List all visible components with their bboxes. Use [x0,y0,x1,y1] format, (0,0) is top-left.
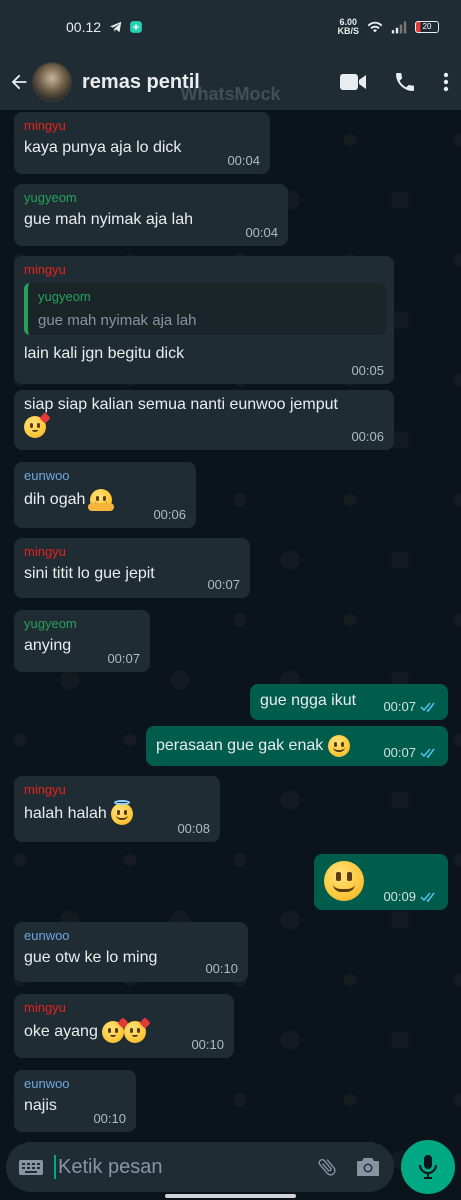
message-time: 00:08 [177,821,210,836]
message-bubble[interactable]: yugyeom anying 00:07 [14,610,150,672]
double-check-icon [420,891,435,902]
signal-icon [391,21,407,34]
message-text: dih ogah [24,491,86,509]
message-text: siap siap kalian semua nanti eunwoo jemp… [24,396,338,413]
message-time: 00:07 [207,577,240,592]
kiss-icon [124,1017,151,1043]
message-bubble[interactable]: mingyu sini titit lo gue jepit 00:07 [14,538,250,598]
kiss-icon [24,412,51,438]
message-bubble-outgoing[interactable]: gue ngga ikut 00:07 [250,684,448,720]
message-time: 00:09 [383,889,416,904]
voice-call-icon[interactable] [393,70,417,94]
message-bubble[interactable]: mingyu oke ayang 00:10 [14,994,234,1058]
arrow-left-icon [11,74,27,90]
back-button[interactable] [8,71,30,93]
sender-name: mingyu [24,544,66,559]
message-time: 00:07 [383,745,416,760]
more-options-icon[interactable] [443,72,449,92]
telegram-icon [110,21,122,33]
message-time: 00:04 [227,153,260,168]
message-input-bar[interactable]: Ketik pesan [6,1142,394,1192]
sender-name: eunwoo [24,468,70,483]
message-text: halah halah [24,805,107,823]
keyboard-icon[interactable] [18,1157,44,1177]
message-text: lain kali jgn begitu dick [24,345,185,362]
halo-icon [111,800,134,825]
message-bubble[interactable]: siap siap kalian semua nanti eunwoo jemp… [14,390,394,450]
attach-icon[interactable] [316,1155,338,1179]
double-check-icon [420,701,435,712]
message-time: 00:10 [191,1037,224,1052]
message-bubble[interactable]: eunwoo dih ogah 00:06 [14,462,196,528]
message-bubble[interactable]: yugyeom gue mah nyimak aja lah 00:04 [14,184,288,246]
sender-name: eunwoo [24,928,70,943]
sender-name: eunwoo [24,1076,70,1091]
message-bubble[interactable]: mingyu yugyeom gue mah nyimak aja lah la… [14,256,394,384]
message-time: 00:10 [205,961,238,976]
message-text: gue mah nyimak aja lah [24,211,193,228]
camera-icon[interactable] [356,1156,380,1178]
status-bar: 00.12 6.00 KB/S 20 [0,0,461,54]
message-bubble-outgoing[interactable]: 00:09 [314,854,448,910]
sender-name: yugyeom [24,616,77,631]
grin-icon [327,735,350,757]
text-caret [54,1155,56,1179]
quoted-sender: yugyeom [38,289,91,304]
message-bubble[interactable]: mingyu halah halah 00:08 [14,776,220,842]
double-check-icon [420,747,435,758]
message-bubble[interactable]: eunwoo najis 00:10 [14,1070,136,1132]
message-time: 00:04 [245,225,278,240]
quoted-message[interactable]: yugyeom gue mah nyimak aja lah [24,283,386,335]
chat-title[interactable]: remas pentil [82,71,200,94]
net-speed: 6.00 KB/S [337,17,359,36]
sender-name: mingyu [24,118,66,133]
message-input[interactable]: Ketik pesan [58,1156,316,1179]
avatar[interactable] [32,62,72,102]
big-grin-icon [324,861,364,901]
battery-icon: 20 [415,21,439,33]
kiss-icon [102,1017,129,1043]
wifi-icon [367,21,383,33]
home-indicator [165,1194,296,1198]
mic-button[interactable] [401,1140,455,1194]
message-time: 00:07 [107,651,140,666]
video-call-icon[interactable] [339,72,367,92]
message-text: oke ayang [24,1023,98,1041]
message-time: 00:05 [351,363,384,378]
app-notification-icon [130,21,142,33]
message-time: 00:07 [383,699,416,714]
message-bubble-outgoing[interactable]: perasaan gue gak enak 00:07 [146,726,448,766]
message-time: 00:06 [153,507,186,522]
chat-header: remas pentil [0,54,461,110]
sender-name: mingyu [24,262,66,277]
sender-name: yugyeom [24,190,77,205]
chat-area[interactable]: mingyu kaya punya aja lo dick 00:04 yugy… [0,110,461,1200]
hug-icon [87,489,114,511]
message-time: 00:10 [93,1111,126,1126]
message-text: perasaan gue gak enak [156,737,324,755]
status-time: 00.12 [66,19,102,35]
message-bubble[interactable]: eunwoo gue otw ke lo ming 00:10 [14,922,248,982]
sender-name: mingyu [24,782,66,797]
sender-name: mingyu [24,1000,66,1015]
message-bubble[interactable]: mingyu kaya punya aja lo dick 00:04 [14,112,270,174]
message-text: kaya punya aja lo dick [24,139,182,156]
message-time: 00:06 [351,429,384,444]
mic-icon [419,1155,437,1179]
quoted-text: gue mah nyimak aja lah [38,312,197,329]
